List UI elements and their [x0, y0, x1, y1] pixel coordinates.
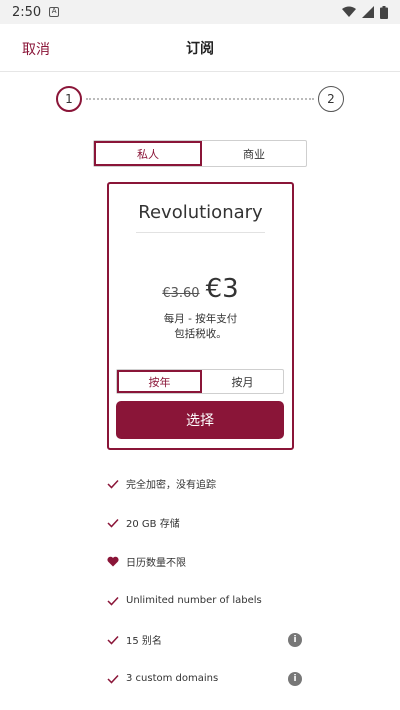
price-row: €3.60 €3 [109, 274, 292, 304]
feature-item: 15 别名 i [106, 620, 306, 659]
feature-item: 3 custom domains i [106, 659, 306, 698]
cancel-button[interactable]: 取消 [22, 39, 50, 59]
step-2-indicator: 2 [318, 86, 344, 112]
signal-icon [362, 6, 374, 18]
stepper-connector [86, 98, 314, 100]
wifi-icon [342, 6, 356, 17]
stepper: 1 2 [56, 86, 344, 112]
heart-icon [106, 556, 120, 567]
old-price: €3.60 [162, 286, 200, 301]
feature-item: Unlimited number of labels [106, 581, 306, 620]
plan-divider [136, 232, 265, 233]
account-type-personal[interactable]: 私人 [94, 141, 202, 166]
feature-text: 完全加密，没有追踪 [126, 480, 216, 491]
feature-text: 日历数量不限 [126, 558, 186, 569]
feature-text: 15 别名 [126, 636, 162, 647]
status-bar: 2:50 A [0, 0, 400, 24]
feature-text: 20 GB 存储 [126, 519, 180, 530]
status-icons [342, 5, 388, 19]
price-note: 每月 - 按年支付 包括税收。 [109, 312, 292, 342]
feature-text: 3 custom domains [126, 673, 219, 684]
step-1-indicator: 1 [56, 86, 82, 112]
check-icon [106, 479, 120, 489]
check-icon [106, 596, 120, 606]
current-price: €3 [205, 274, 239, 304]
billing-monthly-option[interactable]: 按月 [202, 370, 283, 393]
info-icon[interactable]: i [288, 672, 302, 686]
check-icon [106, 635, 120, 645]
plan-name: Revolutionary [138, 202, 263, 223]
feature-list: 完全加密，没有追踪 20 GB 存储 日历数量不限 Unlimited numb… [106, 464, 306, 698]
status-time: 2:50 [12, 4, 42, 20]
select-button[interactable]: 选择 [116, 401, 284, 439]
account-type-toggle: 私人 商业 [93, 140, 307, 167]
price-note-billing: 每月 - 按年支付 [163, 313, 238, 325]
feature-item: 完全加密，没有追踪 [106, 464, 306, 503]
billing-yearly-option[interactable]: 按年 [117, 370, 202, 393]
account-type-business[interactable]: 商业 [202, 141, 306, 166]
price-note-tax: 包括税收。 [174, 328, 227, 340]
app-bar: 取消 订阅 [0, 24, 400, 72]
info-icon[interactable]: i [288, 633, 302, 647]
check-icon [106, 674, 120, 684]
feature-text: Unlimited number of labels [126, 595, 262, 606]
feature-item: 20 GB 存储 [106, 503, 306, 542]
check-icon [106, 518, 120, 528]
billing-cycle-toggle: 按年 按月 [116, 369, 284, 394]
notification-icon: A [49, 7, 60, 17]
battery-icon [380, 5, 388, 19]
page-title: 订阅 [186, 40, 214, 57]
feature-item: 日历数量不限 [106, 542, 306, 581]
